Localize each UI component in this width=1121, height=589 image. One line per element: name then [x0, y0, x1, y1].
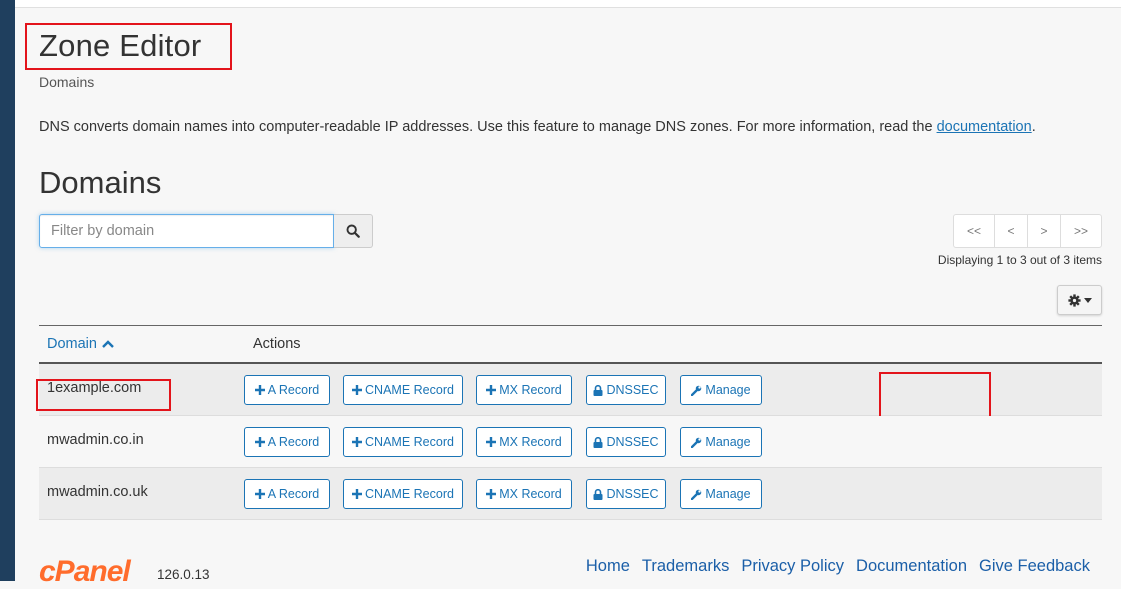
- plus-icon: [254, 385, 265, 395]
- settings-button[interactable]: [1057, 285, 1102, 315]
- table-header: Domain Actions: [39, 326, 1102, 364]
- cpanel-logo: cPanel: [39, 555, 131, 588]
- page-last-button[interactable]: >>: [1060, 214, 1102, 248]
- top-bar: [15, 0, 1121, 8]
- cname-record-button[interactable]: CNAME Record: [343, 375, 463, 405]
- domain-name: mwadmin.co.in: [47, 432, 144, 448]
- plus-icon: [352, 489, 363, 499]
- footer-link-trademarks[interactable]: Trademarks: [642, 557, 729, 576]
- a-record-button[interactable]: A Record: [244, 427, 330, 457]
- cname-record-button[interactable]: CNAME Record: [343, 479, 463, 509]
- domain-column-header[interactable]: Domain: [47, 336, 114, 352]
- wrench-icon: [691, 437, 702, 448]
- dnssec-button[interactable]: DNSSEC: [586, 375, 666, 405]
- domain-name: mwadmin.co.uk: [47, 484, 148, 500]
- caret-down-icon: [1083, 297, 1092, 303]
- documentation-link[interactable]: documentation: [937, 119, 1032, 135]
- search-input[interactable]: [39, 214, 334, 248]
- table-row: 1example.com A Record CNAME Record MX Re…: [36, 364, 1102, 428]
- gear-icon: [1067, 293, 1081, 307]
- lock-icon: [593, 436, 603, 448]
- a-record-button[interactable]: A Record: [244, 375, 330, 405]
- manage-button[interactable]: Manage: [680, 427, 762, 457]
- page-prev-button[interactable]: <: [994, 214, 1028, 248]
- pagination-summary: Displaying 1 to 3 out of 3 items: [937, 253, 1102, 267]
- pagination: << < > >>: [953, 214, 1102, 248]
- manage-button[interactable]: Manage: [680, 479, 762, 509]
- dnssec-button[interactable]: DNSSEC: [586, 479, 666, 509]
- table-row: mwadmin.co.in A Record CNAME Record MX R…: [39, 416, 1102, 468]
- manage-button[interactable]: Manage: [680, 375, 762, 405]
- chevron-up-icon: [102, 340, 114, 348]
- breadcrumb: Domains: [39, 74, 95, 90]
- footer-link-documentation[interactable]: Documentation: [856, 557, 967, 576]
- plus-icon: [352, 437, 363, 447]
- footer-link-home[interactable]: Home: [586, 557, 630, 576]
- version-label: 126.0.13: [157, 567, 210, 582]
- domain-column-label: Domain: [47, 336, 97, 352]
- a-record-button[interactable]: A Record: [244, 479, 330, 509]
- search-group: [39, 214, 373, 248]
- page-next-button[interactable]: >: [1027, 214, 1061, 248]
- mx-record-button[interactable]: MX Record: [476, 375, 572, 405]
- search-button[interactable]: [334, 214, 373, 248]
- lock-icon: [593, 488, 603, 500]
- footer-link-give-feedback[interactable]: Give Feedback: [979, 557, 1090, 576]
- section-title: Domains: [39, 165, 162, 200]
- actions-column-header: Actions: [253, 336, 301, 352]
- footer-link-privacy-policy[interactable]: Privacy Policy: [741, 557, 844, 576]
- table-row: mwadmin.co.uk A Record CNAME Record MX R…: [39, 468, 1102, 520]
- cname-record-button[interactable]: CNAME Record: [343, 427, 463, 457]
- dnssec-button[interactable]: DNSSEC: [586, 427, 666, 457]
- domains-table: Domain Actions 1example.com A Record CNA…: [36, 325, 1102, 520]
- wrench-icon: [691, 385, 702, 396]
- page-title: Zone Editor: [39, 28, 202, 63]
- wrench-icon: [691, 489, 702, 500]
- domain-highlight-box: [36, 379, 171, 411]
- mx-record-button[interactable]: MX Record: [476, 479, 572, 509]
- page-first-button[interactable]: <<: [953, 214, 995, 248]
- lock-icon: [593, 384, 603, 396]
- plus-icon: [486, 489, 497, 499]
- mx-record-button[interactable]: MX Record: [476, 427, 572, 457]
- plus-icon: [254, 489, 265, 499]
- page-description: DNS converts domain names into computer-…: [39, 119, 1036, 135]
- search-icon: [346, 224, 360, 238]
- plus-icon: [486, 385, 497, 395]
- description-end: .: [1031, 119, 1036, 135]
- sidebar-strip: [0, 0, 15, 581]
- description-text: DNS converts domain names into computer-…: [39, 119, 933, 135]
- plus-icon: [254, 437, 265, 447]
- plus-icon: [486, 437, 497, 447]
- footer-links: Home Trademarks Privacy Policy Documenta…: [586, 557, 1090, 576]
- plus-icon: [352, 385, 363, 395]
